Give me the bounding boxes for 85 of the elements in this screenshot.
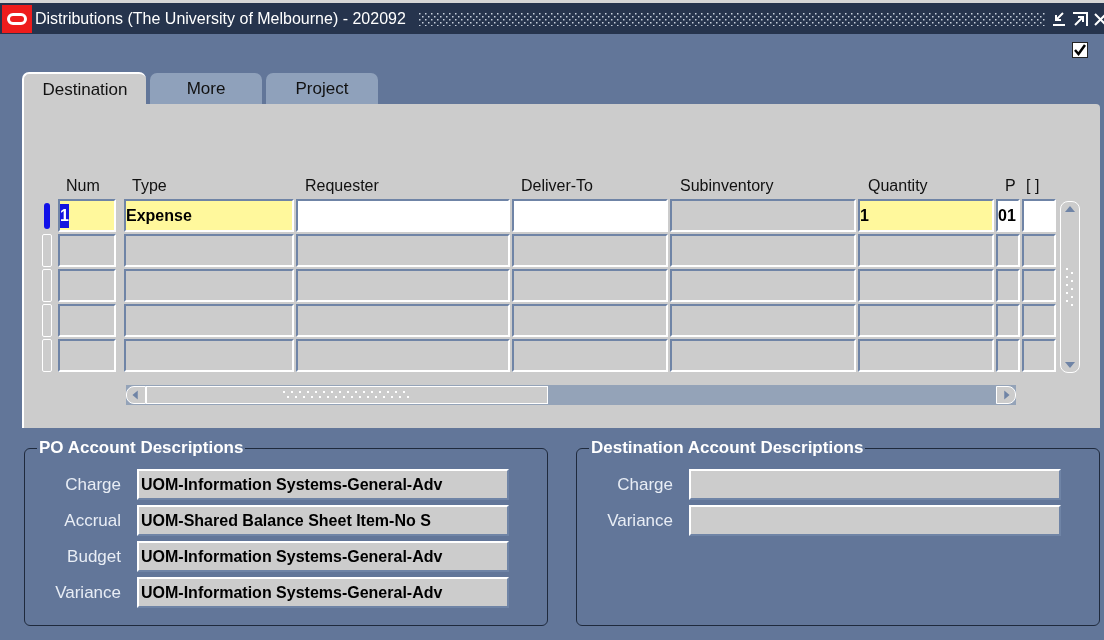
checkmark-icon xyxy=(1074,44,1086,56)
scroll-down-icon[interactable] xyxy=(1064,360,1076,370)
column-header: Quantity xyxy=(867,176,929,196)
table-cell[interactable] xyxy=(58,269,116,302)
table-cell[interactable] xyxy=(858,269,994,302)
table-cell[interactable] xyxy=(996,234,1020,267)
account-field[interactable]: UOM-Information Systems-General-Adv xyxy=(137,541,509,572)
field-label: Charge xyxy=(64,473,122,496)
scroll-grip-icon xyxy=(1065,267,1075,307)
table-cell[interactable] xyxy=(512,304,668,337)
maximize-icon[interactable] xyxy=(1072,10,1088,27)
vertical-scrollbar[interactable] xyxy=(1060,201,1080,373)
table-cell[interactable] xyxy=(858,304,994,337)
app-logo-icon xyxy=(2,4,32,33)
column-header: Num xyxy=(65,176,101,196)
table-cell[interactable] xyxy=(1022,339,1056,372)
cell-value: 1 xyxy=(60,203,69,228)
table-cell[interactable] xyxy=(296,304,510,337)
table-cell[interactable] xyxy=(124,304,294,337)
table-cell[interactable] xyxy=(58,304,116,337)
table-cell[interactable] xyxy=(1022,199,1056,232)
account-field[interactable]: UOM-Information Systems-General-Adv xyxy=(137,577,509,608)
table-cell[interactable] xyxy=(1022,304,1056,337)
cell-value: Expense xyxy=(126,205,192,226)
field-label: Variance xyxy=(606,509,674,532)
scroll-right-icon[interactable] xyxy=(996,386,1016,404)
tab[interactable]: Project xyxy=(266,73,378,104)
table-cell[interactable] xyxy=(512,199,668,232)
table-cell[interactable] xyxy=(996,304,1020,337)
checkbox[interactable] xyxy=(1072,42,1088,58)
table-cell[interactable] xyxy=(858,339,994,372)
table-cell[interactable] xyxy=(670,234,856,267)
field-label: Charge xyxy=(616,473,674,496)
table-cell[interactable] xyxy=(996,269,1020,302)
table-cell[interactable] xyxy=(670,339,856,372)
table-cell[interactable] xyxy=(1022,269,1056,302)
group-title: Destination Account Descriptions xyxy=(589,438,866,458)
column-header: Type xyxy=(131,176,168,196)
cell-value: 01 xyxy=(998,205,1016,226)
table-cell[interactable] xyxy=(858,234,994,267)
close-icon[interactable] xyxy=(1094,10,1104,27)
table-cell[interactable]: Expense xyxy=(124,199,294,232)
current-row-marker xyxy=(44,202,50,229)
table-cell[interactable] xyxy=(296,339,510,372)
table-cell[interactable] xyxy=(296,199,510,232)
table-cell[interactable] xyxy=(512,234,668,267)
account-field[interactable]: UOM-Information Systems-General-Adv xyxy=(137,469,509,500)
account-field[interactable]: UOM-Shared Balance Sheet Item-No S xyxy=(137,505,509,536)
column-header: Deliver-To xyxy=(520,176,594,196)
table-cell[interactable] xyxy=(58,339,116,372)
scrollbar-thumb[interactable] xyxy=(146,386,548,404)
column-header: Subinventory xyxy=(679,176,775,196)
table-cell[interactable] xyxy=(512,269,668,302)
tab[interactable]: Destination xyxy=(22,72,146,105)
scroll-up-icon[interactable] xyxy=(1064,204,1076,214)
field-label: Budget xyxy=(66,545,122,568)
table-cell[interactable] xyxy=(296,234,510,267)
table-cell[interactable] xyxy=(124,269,294,302)
table-cell[interactable] xyxy=(670,199,856,232)
table-cell[interactable]: 1 xyxy=(858,199,994,232)
table-cell[interactable] xyxy=(124,234,294,267)
table-cell[interactable]: 01 xyxy=(996,199,1020,232)
minimize-icon[interactable] xyxy=(1052,10,1066,27)
table-cell[interactable] xyxy=(1022,234,1056,267)
column-header: P xyxy=(1004,176,1017,196)
table-cell[interactable] xyxy=(124,339,294,372)
field-label: Accrual xyxy=(63,509,122,532)
account-field[interactable] xyxy=(689,505,1061,536)
group-title: PO Account Descriptions xyxy=(37,438,246,458)
table-cell[interactable] xyxy=(670,304,856,337)
field-label: Variance xyxy=(54,581,122,604)
cell-value: 1 xyxy=(860,205,869,226)
table-cell[interactable] xyxy=(58,234,116,267)
column-header: Requester xyxy=(304,176,380,196)
table-cell[interactable] xyxy=(512,339,668,372)
account-field[interactable] xyxy=(689,469,1061,500)
scroll-left-icon[interactable] xyxy=(126,386,146,404)
column-header: [ ] xyxy=(1025,176,1041,196)
horizontal-scrollbar[interactable] xyxy=(126,385,1016,405)
window-title: Distributions (The University of Melbourne) - 202092 xyxy=(35,8,406,29)
table-cell[interactable]: 1 xyxy=(58,199,116,232)
table-cell[interactable] xyxy=(670,269,856,302)
table-cell[interactable] xyxy=(996,339,1020,372)
tab[interactable]: More xyxy=(150,73,262,104)
table-cell[interactable] xyxy=(296,269,510,302)
